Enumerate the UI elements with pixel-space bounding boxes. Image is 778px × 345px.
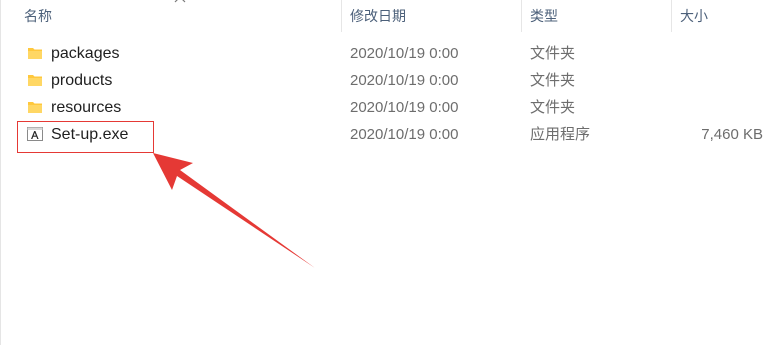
annotation-arrow-icon (153, 153, 315, 268)
